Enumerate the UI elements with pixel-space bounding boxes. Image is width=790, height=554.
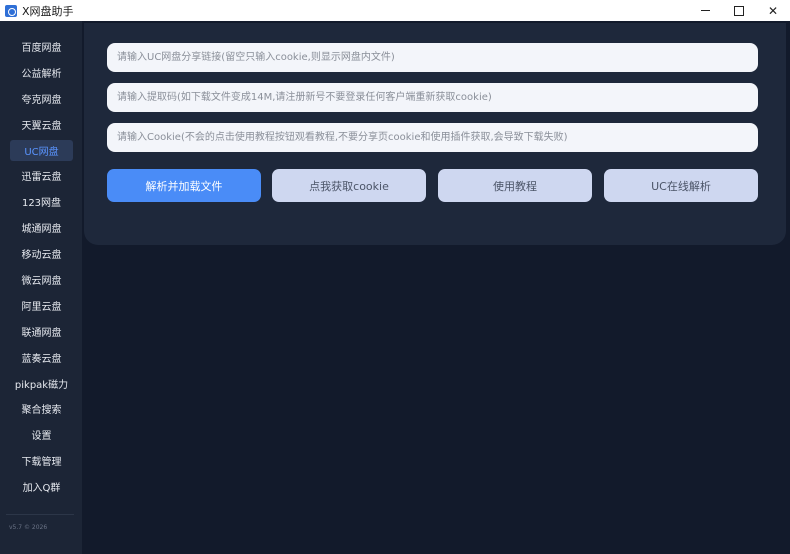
sidebar-item-lanzou[interactable]: 蓝奏云盘 [10,347,73,368]
window-title: X网盘助手 [22,4,74,18]
close-icon[interactable]: ✕ [756,0,790,21]
title-bar: X网盘助手 ✕ [0,0,790,21]
main-content: 解析并加载文件 点我获取cookie 使用教程 UC在线解析 [82,21,790,554]
minimize-icon[interactable] [688,0,722,21]
parse-load-button[interactable]: 解析并加载文件 [107,169,261,202]
sidebar-item-123[interactable]: 123网盘 [10,191,73,212]
sidebar-item-pikpak[interactable]: pikpak磁力 [10,373,73,394]
window-controls: ✕ [688,0,790,21]
sidebar-item-downloads[interactable]: 下载管理 [10,450,73,471]
uc-parse-panel: 解析并加载文件 点我获取cookie 使用教程 UC在线解析 [84,23,786,245]
sidebar-item-tianyi[interactable]: 天翼云盘 [10,114,73,135]
sidebar-item-public[interactable]: 公益解析 [10,62,73,83]
sidebar-item-xunlei[interactable]: 迅雷云盘 [10,165,73,186]
sidebar-item-baidu[interactable]: 百度网盘 [10,36,73,57]
cookie-input[interactable] [107,123,758,152]
sidebar-item-unicom[interactable]: 联通网盘 [10,321,73,342]
sidebar-item-uc[interactable]: UC网盘 [10,140,73,161]
extract-code-input[interactable] [107,83,758,112]
sidebar-item-quark[interactable]: 夸克网盘 [10,88,73,109]
sidebar-item-weiyun[interactable]: 微云网盘 [10,269,73,290]
sidebar-item-join-group[interactable]: 加入Q群 [10,476,73,497]
sidebar-item-search[interactable]: 聚合搜索 [10,398,73,419]
sidebar-item-mobile[interactable]: 移动云盘 [10,243,73,264]
app-logo-icon [5,4,17,17]
get-cookie-button[interactable]: 点我获取cookie [272,169,426,202]
sidebar-item-chengtong[interactable]: 城通网盘 [10,217,73,238]
sidebar-item-aliyun[interactable]: 阿里云盘 [10,295,73,316]
sidebar-divider [6,514,74,515]
share-link-input[interactable] [107,43,758,72]
sidebar-item-settings[interactable]: 设置 [10,424,73,445]
sidebar: 百度网盘 公益解析 夸克网盘 天翼云盘 UC网盘 迅雷云盘 123网盘 城通网盘… [0,21,82,554]
version-label: v5.7 © 2026 [9,524,48,531]
tutorial-button[interactable]: 使用教程 [438,169,592,202]
online-parse-button[interactable]: UC在线解析 [604,169,758,202]
maximize-icon[interactable] [722,0,756,21]
